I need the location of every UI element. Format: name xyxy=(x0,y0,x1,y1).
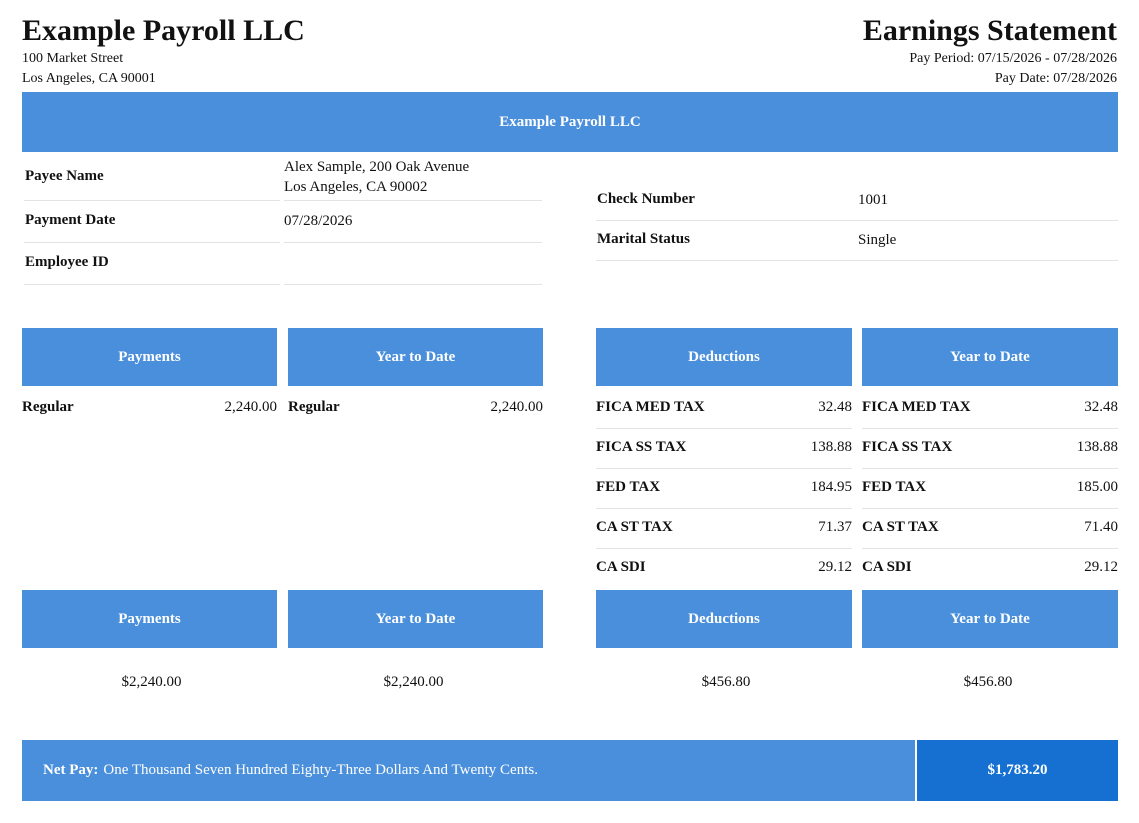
divider xyxy=(284,200,542,201)
deduction-row-label: FICA SS TAX xyxy=(596,439,687,455)
pay-date: Pay Date: 07/28/2026 xyxy=(994,71,1117,86)
deduction-row-amount: 71.37 xyxy=(818,519,852,535)
payments-header: Payments xyxy=(22,328,277,386)
deduction-row-amount: 29.12 xyxy=(818,559,852,575)
deduction-ytd-row-amount: 185.00 xyxy=(1076,479,1118,495)
net-pay-bar: Net Pay: One Thousand Seven Hundred Eigh… xyxy=(22,740,915,801)
deduction-row-amount: 138.88 xyxy=(810,439,852,455)
deductions-header: Deductions xyxy=(596,328,852,386)
marital-status-label: Marital Status xyxy=(597,231,690,247)
payment-row-label: Regular xyxy=(22,399,74,415)
check-number-label: Check Number xyxy=(597,191,695,207)
total-deductions-ytd-header: Year to Date xyxy=(862,590,1118,648)
payment-date-value: 07/28/2026 xyxy=(284,213,353,229)
deduction-row-amount: 32.48 xyxy=(818,399,852,415)
payments-ytd-header: Year to Date xyxy=(288,328,543,386)
divider xyxy=(862,468,1118,469)
payee-name-line1: Alex Sample, 200 Oak Avenue xyxy=(284,159,470,175)
total-deductions-header: Deductions xyxy=(596,590,852,648)
deduction-ytd-row-label: FED TAX xyxy=(862,479,927,495)
deduction-ytd-row-amount: 71.40 xyxy=(1084,519,1118,535)
divider xyxy=(862,508,1118,509)
deduction-row-label: FED TAX xyxy=(596,479,661,495)
payment-ytd-row-label: Regular xyxy=(288,399,340,415)
check-number-value: 1001 xyxy=(858,192,888,208)
deduction-ytd-row-amount: 29.12 xyxy=(1084,559,1118,575)
employer-banner: Example Payroll LLC xyxy=(22,92,1118,152)
payee-name-line2: Los Angeles, CA 90002 xyxy=(284,179,428,195)
divider xyxy=(24,242,280,243)
marital-status-value: Single xyxy=(858,232,897,248)
divider xyxy=(596,468,852,469)
payee-name-label: Payee Name xyxy=(25,168,104,184)
deduction-ytd-row-amount: 32.48 xyxy=(1084,399,1118,415)
deduction-ytd-row-label: CA ST TAX xyxy=(862,519,939,535)
divider xyxy=(862,428,1118,429)
net-pay-label: Net Pay: xyxy=(43,762,99,778)
total-payments-ytd-value: $2,240.00 xyxy=(383,674,444,690)
divider xyxy=(862,548,1118,549)
divider xyxy=(596,220,1118,221)
pay-period: Pay Period: 07/15/2026 - 07/28/2026 xyxy=(909,51,1117,66)
deduction-ytd-row-label: FICA SS TAX xyxy=(862,439,953,455)
deduction-row-label: CA ST TAX xyxy=(596,519,673,535)
payment-date-label: Payment Date xyxy=(25,212,116,228)
company-address-line2: Los Angeles, CA 90001 xyxy=(22,71,156,86)
payment-row-amount: 2,240.00 xyxy=(224,399,278,415)
deduction-ytd-row-label: FICA MED TAX xyxy=(862,399,971,415)
deduction-row-amount: 184.95 xyxy=(810,479,852,495)
divider xyxy=(596,508,852,509)
deduction-ytd-row-label: CA SDI xyxy=(862,559,912,575)
net-pay-words: One Thousand Seven Hundred Eighty-Three … xyxy=(103,762,538,778)
deduction-row-label: CA SDI xyxy=(596,559,646,575)
total-payments-value: $2,240.00 xyxy=(121,674,182,690)
divider xyxy=(284,242,542,243)
divider xyxy=(284,284,542,285)
statement-title: Earnings Statement xyxy=(862,14,1117,47)
company-name: Example Payroll LLC xyxy=(22,14,305,47)
total-payments-header: Payments xyxy=(22,590,277,648)
deduction-ytd-row-amount: 138.88 xyxy=(1076,439,1118,455)
total-payments-ytd-header: Year to Date xyxy=(288,590,543,648)
payment-ytd-row-amount: 2,240.00 xyxy=(490,399,544,415)
employee-id-label: Employee ID xyxy=(25,254,109,270)
company-address-line1: 100 Market Street xyxy=(22,51,124,66)
divider xyxy=(596,428,852,429)
total-deductions-ytd-value: $456.80 xyxy=(963,674,1013,690)
divider xyxy=(24,284,280,285)
divider xyxy=(596,260,1118,261)
divider xyxy=(596,548,852,549)
deductions-ytd-header: Year to Date xyxy=(862,328,1118,386)
divider xyxy=(24,200,280,201)
deduction-row-label: FICA MED TAX xyxy=(596,399,705,415)
total-deductions-value: $456.80 xyxy=(701,674,751,690)
net-pay-amount: $1,783.20 xyxy=(917,740,1118,801)
